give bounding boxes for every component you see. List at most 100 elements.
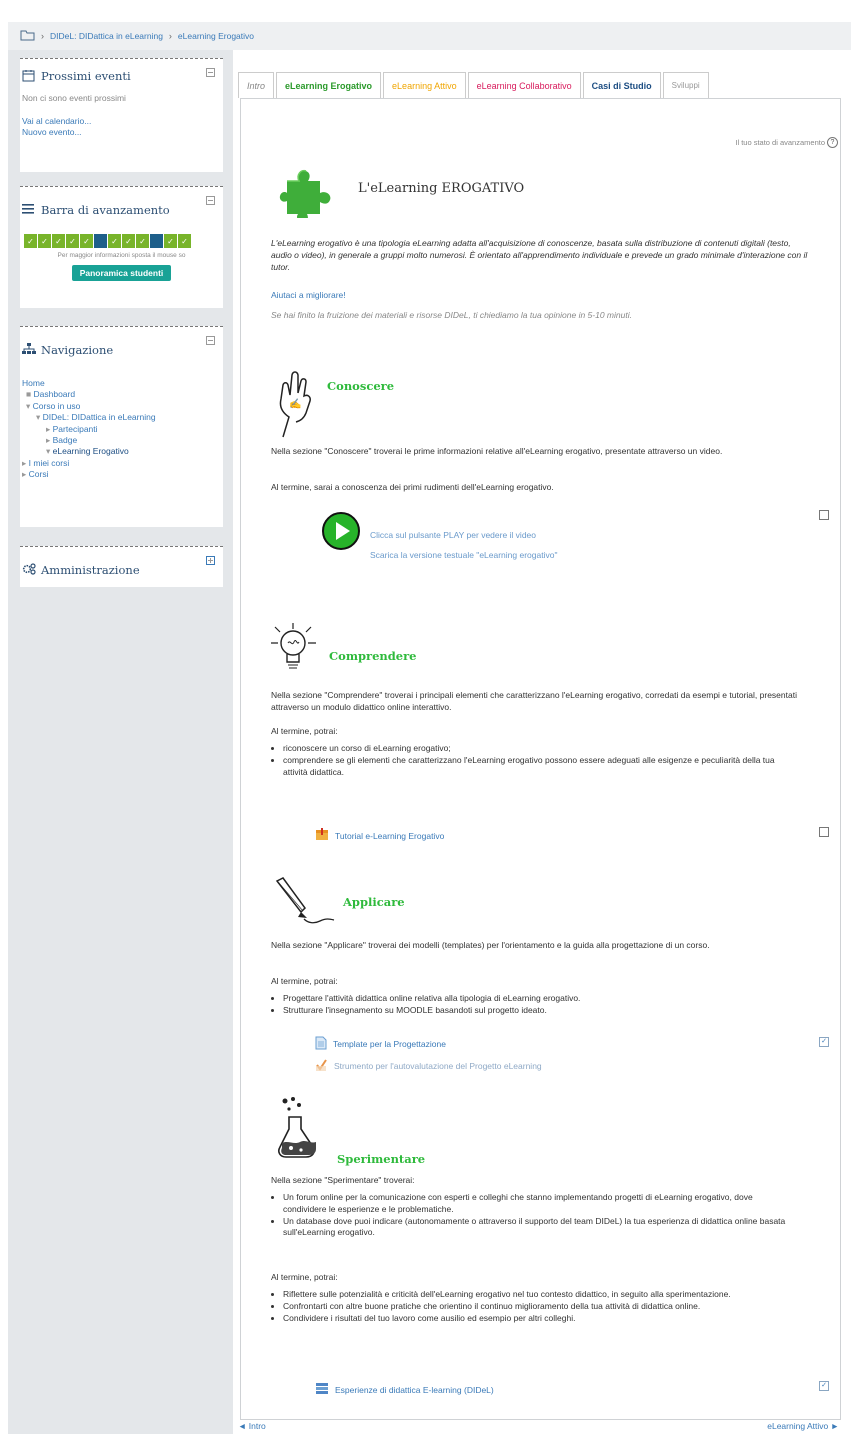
nav-item-home[interactable]: Home [22,378,45,388]
calendar-link[interactable]: Vai al calendario... [22,116,223,127]
nav-item-course-didel[interactable]: DIDeL: DIDattica in eLearning [43,412,156,422]
package-icon [315,828,329,843]
applicare-outcome-label: Al termine, potrai: [271,976,338,986]
breadcrumb-item-current[interactable]: eLearning Erogativo [178,31,254,41]
folder-icon[interactable] [20,30,35,43]
menu-icon [22,203,36,217]
text-version-link[interactable]: Scarica la versione testuale "eLearning … [370,549,557,561]
nav-item-elearning-erogativo[interactable]: eLearning Erogativo [53,446,129,456]
progress-cell-complete[interactable]: ✓ [108,234,121,248]
progress-cell-complete[interactable]: ✓ [66,234,79,248]
tab-sviluppi[interactable]: Sviluppi [662,72,709,98]
feedback-link[interactable]: Aiutaci a migliorare! [271,289,346,301]
database-link[interactable]: Esperienze di didattica E-learning (DIDe… [335,1385,494,1395]
expand-icon[interactable] [206,556,215,565]
previous-section-link[interactable]: ◄ Intro [238,1421,266,1431]
sperimentare-outcome-label: Al termine, potrai: [271,1272,338,1282]
progress-cell-complete[interactable]: ✓ [52,234,65,248]
completed-checkbox[interactable]: ✓ [819,1381,829,1391]
collapse-icon[interactable] [206,68,215,77]
progress-cell-complete[interactable]: ✓ [164,234,177,248]
comprendere-outcomes-list: riconoscere un corso di eLearning erogat… [271,743,791,778]
breadcrumb-bar: › DIDeL: DIDattica in eLearning › eLearn… [8,22,851,50]
template-link[interactable]: Template per la Progettazione [333,1039,446,1049]
section-content: Il tuo stato di avanzamento ? L'eLearnin… [240,98,841,1420]
progress-cell-complete[interactable]: ✓ [122,234,135,248]
breadcrumb-item-course[interactable]: DIDeL: DIDattica in eLearning [50,31,163,41]
nav-item-badge[interactable]: Badge [53,435,78,445]
navigation-block-header: Navigazione [20,333,223,367]
progress-cell-complete[interactable]: ✓ [38,234,51,248]
pencil-icon [273,877,341,929]
list-item: Condividere i risultati del tuo lavoro c… [283,1313,801,1325]
progress-cell-complete[interactable]: ✓ [178,234,191,248]
progress-bar[interactable]: ✓ ✓ ✓ ✓ ✓ ✓ ✓ ✓ ✓ ✓ [24,234,223,248]
expanded-icon: ▾ [36,412,43,423]
tutorial-activity[interactable]: Tutorial e-Learning Erogativo [315,828,444,843]
nav-item-courses[interactable]: Corsi [29,469,49,479]
progress-status: Il tuo stato di avanzamento ? [735,137,838,148]
document-icon [315,1036,327,1052]
feedback-note: Se hai finito la fruizione dei materiali… [271,310,632,320]
list-item: Un database dove puoi indicare (autonoma… [283,1216,791,1240]
completed-checkbox[interactable]: ✓ [819,1037,829,1047]
progress-block-title: Barra di avanzamento [41,203,170,217]
play-icon[interactable] [321,511,361,553]
list-item: Strutturare l'insegnamento su MOODLE bas… [283,1005,791,1017]
tab-elearning-attivo[interactable]: eLearning Attivo [383,72,466,98]
admin-block-header: Amministrazione [20,553,223,587]
new-event-link[interactable]: Nuovo evento... [22,127,223,138]
list-item: Un forum online per la comunicazione con… [283,1192,791,1216]
expanded-icon: ▾ [26,400,33,411]
sperimentare-description: Nella sezione "Sperimentare" troverai: [271,1175,415,1185]
nav-item-dashboard[interactable]: Dashboard [34,389,76,399]
events-block-header: Prossimi eventi [20,59,223,93]
next-section-link[interactable]: eLearning Attivo ► [767,1421,839,1431]
list-item: Confrontarti con altre buone pratiche ch… [283,1301,801,1313]
calendar-icon [22,69,36,83]
self-assessment-link[interactable]: Strumento per l'autovalutazione del Prog… [334,1061,542,1071]
flask-icon [275,1095,333,1167]
completion-checkbox[interactable] [819,827,829,837]
sperimentare-outcomes-list: Riflettere sulle potenzialità e criticit… [271,1289,801,1324]
nav-item-my-courses[interactable]: I miei corsi [29,458,70,468]
conoscere-title: Conoscere [327,379,395,393]
no-events-text: Non ci sono eventi prossimi [22,93,126,103]
tab-elearning-collaborativo[interactable]: eLearning Collaborativo [467,72,581,98]
video-link[interactable]: Clicca sul pulsante PLAY per vedere il v… [370,529,536,541]
list-item: riconoscere un corso di eLearning erogat… [283,743,791,755]
nav-item-participants[interactable]: Partecipanti [53,424,98,434]
intro-paragraph: L'eLearning erogativo è una tipologia eL… [271,238,808,273]
progress-cell-complete[interactable]: ✓ [136,234,149,248]
progress-cell-complete[interactable]: ✓ [80,234,93,248]
database-activity[interactable]: Esperienze di didattica E-learning (DIDe… [315,1382,494,1397]
progress-cell-complete[interactable]: ✓ [24,234,37,248]
navigation-tree: Home ■ Dashboard ▾ Corso in uso ▾ DIDeL:… [20,378,223,481]
breadcrumb-separator-icon: › [41,31,44,41]
applicare-description: Nella sezione "Applicare" troverai dei m… [271,940,710,950]
conoscere-outcome: Al termine, sarai a conoscenza dei primi… [271,482,554,492]
tab-intro[interactable]: Intro [238,72,275,98]
applicare-title: Applicare [343,895,405,909]
admin-block-title: Amministrazione [41,563,140,577]
svg-text:✍: ✍ [289,398,301,410]
navigation-block-title: Navigazione [41,343,114,357]
section-tabs: Intro eLearning Erogativo eLearning Atti… [238,72,711,100]
collapse-icon[interactable] [206,196,215,205]
student-overview-button[interactable]: Panoramica studenti [71,265,172,281]
self-assessment-activity[interactable]: Strumento per l'autovalutazione del Prog… [315,1058,542,1074]
template-activity[interactable]: Template per la Progettazione [315,1036,446,1052]
hand-icon: ✍ [269,361,317,443]
progress-cell-incomplete[interactable] [150,234,163,248]
collapse-icon[interactable] [206,336,215,345]
lightbulb-icon [267,621,323,677]
gears-icon [22,563,36,577]
progress-cell-incomplete[interactable] [94,234,107,248]
help-icon[interactable]: ? [827,137,838,148]
tab-elearning-erogativo[interactable]: eLearning Erogativo [276,72,382,100]
tutorial-link[interactable]: Tutorial e-Learning Erogativo [335,831,444,841]
completion-checkbox[interactable] [819,510,829,520]
nav-item-current-course[interactable]: Corso in uso [33,401,81,411]
tab-casi-di-studio[interactable]: Casi di Studio [582,72,661,98]
progress-block: Barra di avanzamento ✓ ✓ ✓ ✓ ✓ ✓ ✓ ✓ ✓ ✓ Per magg… [20,186,223,308]
